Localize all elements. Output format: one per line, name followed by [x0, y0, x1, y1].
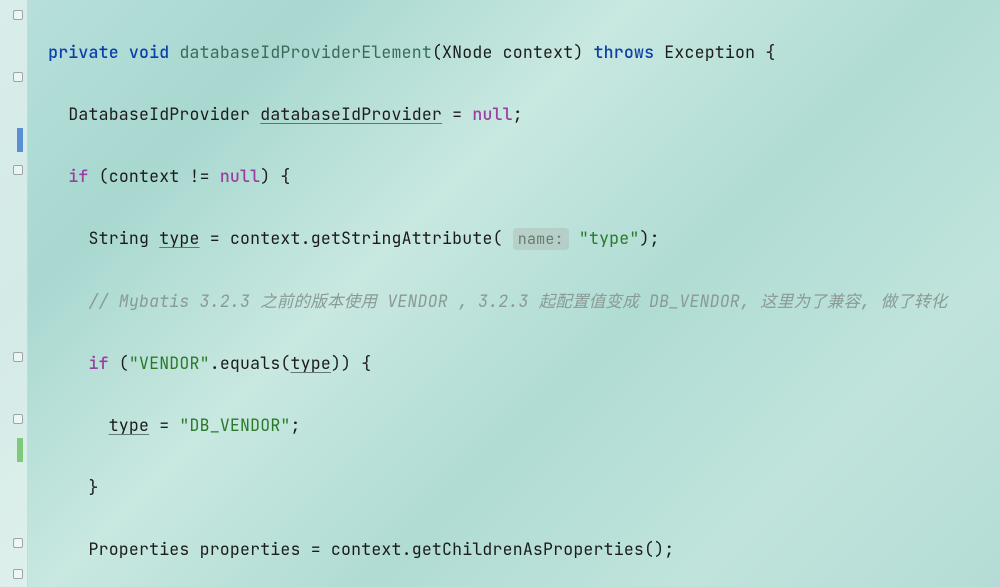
punct: (: [89, 165, 109, 187]
fold-marker-icon[interactable]: [13, 569, 23, 579]
punct: ): [573, 41, 583, 63]
param-name: context: [503, 41, 574, 63]
string-literal: "type": [579, 227, 640, 249]
code-line: if (context != null) {: [38, 161, 947, 192]
editor-gutter: [0, 0, 28, 587]
fold-marker-icon[interactable]: [13, 538, 23, 548]
keyword: throws: [594, 41, 655, 63]
comment: // Mybatis 3.2.3 之前的版本使用 VENDOR , 3.2.3 …: [89, 290, 948, 312]
fold-marker-icon[interactable]: [13, 72, 23, 82]
string-literal: "DB_VENDOR": [179, 414, 290, 436]
op: =: [301, 538, 331, 560]
code-line: type = "DB_VENDOR";: [38, 410, 947, 441]
keyword-null: null: [220, 165, 260, 187]
punct: ;: [513, 103, 523, 125]
punct: (: [109, 352, 129, 374]
variable: type: [109, 414, 149, 436]
type: Properties: [89, 538, 190, 560]
variable: context: [109, 165, 180, 187]
variable: properties: [200, 538, 301, 560]
code-line: }: [38, 472, 947, 503]
code-line: if ("VENDOR".equals(type)) {: [38, 348, 947, 379]
punct: ) {: [260, 165, 290, 187]
variable: context: [230, 227, 301, 249]
method-call: .equals(: [210, 352, 291, 374]
brace: {: [765, 41, 775, 63]
fold-marker-icon[interactable]: [13, 165, 23, 175]
fold-marker-icon[interactable]: [13, 352, 23, 362]
op: !=: [179, 165, 219, 187]
string-literal: "VENDOR": [129, 352, 210, 374]
code-line: // Mybatis 3.2.3 之前的版本使用 VENDOR , 3.2.3 …: [38, 286, 947, 317]
punct: );: [639, 227, 659, 249]
variable: type: [159, 227, 199, 249]
keyword: void: [129, 41, 169, 63]
keyword-null: null: [472, 103, 512, 125]
keyword: private: [48, 41, 119, 63]
variable: type: [291, 352, 331, 374]
variable: databaseIdProvider: [260, 103, 442, 125]
punct: ;: [291, 414, 301, 436]
code-line: String type = context.getStringAttribute…: [38, 223, 947, 255]
code-editor-content[interactable]: private void databaseIdProviderElement(X…: [38, 6, 947, 587]
change-marker-icon: [17, 128, 23, 152]
method-name: databaseIdProviderElement: [179, 41, 432, 63]
op: =: [200, 227, 230, 249]
punct: )) {: [331, 352, 371, 374]
op: =: [149, 414, 179, 436]
code-line: Properties properties = context.getChild…: [38, 534, 947, 565]
variable: context: [331, 538, 402, 560]
fold-marker-icon[interactable]: [13, 414, 23, 424]
param-type: XNode: [442, 41, 493, 63]
change-marker-icon: [17, 438, 23, 462]
method-call: .getChildrenAsProperties();: [402, 538, 675, 560]
code-line: private void databaseIdProviderElement(X…: [38, 37, 947, 68]
method-call: .getStringAttribute(: [301, 227, 503, 249]
keyword-if: if: [89, 352, 109, 374]
code-line: DatabaseIdProvider databaseIdProvider = …: [38, 99, 947, 130]
type: DatabaseIdProvider: [68, 103, 250, 125]
op: =: [442, 103, 472, 125]
brace: }: [89, 476, 99, 498]
exception-type: Exception: [664, 41, 755, 63]
type: String: [89, 227, 150, 249]
fold-marker-icon[interactable]: [13, 10, 23, 20]
keyword-if: if: [68, 165, 88, 187]
param-hint: name:: [513, 228, 569, 250]
punct: (: [432, 41, 442, 63]
